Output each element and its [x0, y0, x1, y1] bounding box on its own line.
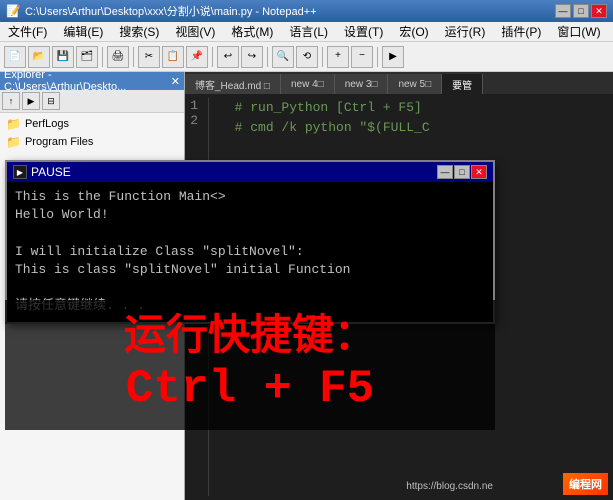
- tree-item-label: PerfLogs: [25, 118, 69, 130]
- line-number-1: 1: [189, 98, 198, 113]
- overlay-container: 运行快捷键： Ctrl + F5: [5, 300, 495, 430]
- cmd-output-5: This is class "splitNovel" initial Funct…: [15, 261, 485, 279]
- replace-button[interactable]: ⟲: [296, 46, 318, 68]
- menu-plugins[interactable]: 插件(P): [497, 22, 545, 41]
- menu-format[interactable]: 格式(M): [227, 22, 277, 41]
- cmd-output-3: [15, 224, 485, 242]
- menu-view[interactable]: 视图(V): [171, 22, 219, 41]
- cmd-title-left: ▶ PAUSE: [13, 165, 71, 179]
- tree-item-programfiles[interactable]: 📁 Program Files: [2, 133, 182, 151]
- explorer-refresh-button[interactable]: ▶: [22, 92, 40, 110]
- cmd-minimize-button[interactable]: —: [437, 165, 453, 179]
- find-button[interactable]: 🔍: [272, 46, 294, 68]
- watermark-url: https://blog.csdn.ne: [406, 481, 493, 492]
- line-number-2: 2: [189, 113, 198, 128]
- menu-edit[interactable]: 编辑(E): [59, 22, 107, 41]
- paste-button[interactable]: 📌: [186, 46, 208, 68]
- zoom-in-button[interactable]: +: [327, 46, 349, 68]
- cmd-output-2: Hello World!: [15, 206, 485, 224]
- toolbar-separator-3: [212, 47, 213, 67]
- zoom-out-button[interactable]: −: [351, 46, 373, 68]
- folder-icon-programfiles: 📁: [6, 135, 21, 149]
- csdn-badge: 编程网: [563, 473, 608, 495]
- cut-button[interactable]: ✂: [138, 46, 160, 68]
- tree-item-perflog[interactable]: 📁 PerfLogs: [2, 115, 182, 133]
- cmd-window-title: PAUSE: [31, 165, 71, 179]
- minimize-button[interactable]: —: [555, 4, 571, 18]
- tab-new3[interactable]: new 3□: [335, 74, 389, 94]
- print-button[interactable]: 🖨: [107, 46, 129, 68]
- toolbar-separator-5: [322, 47, 323, 67]
- new-button[interactable]: 📄: [4, 46, 26, 68]
- maximize-button[interactable]: □: [573, 4, 589, 18]
- tree-item-label: Program Files: [25, 136, 93, 148]
- tab-main-py[interactable]: 要管: [442, 74, 483, 94]
- toolbar-separator-1: [102, 47, 103, 67]
- menu-macro[interactable]: 宏(O): [395, 22, 432, 41]
- save-button[interactable]: 💾: [52, 46, 74, 68]
- overlay-text-shortcut-label: 运行快捷键：: [25, 310, 475, 360]
- toolbar-separator-2: [133, 47, 134, 67]
- toolbar-separator-4: [267, 47, 268, 67]
- cmd-output-1: This is the Function Main<>: [15, 188, 485, 206]
- tab-new4[interactable]: new 4□: [281, 74, 335, 94]
- menu-language[interactable]: 语言(L): [285, 22, 332, 41]
- menu-search[interactable]: 搜索(S): [115, 22, 163, 41]
- tab-blog-head[interactable]: 博客_Head.md □: [185, 74, 281, 94]
- copy-button[interactable]: 📋: [162, 46, 184, 68]
- cmd-close-button[interactable]: ✕: [471, 165, 487, 179]
- cmd-output-6: [15, 279, 485, 297]
- save-all-button[interactable]: 🗂: [76, 46, 98, 68]
- menu-window[interactable]: 窗口(W): [553, 22, 604, 41]
- tab-bar: 博客_Head.md □ new 4□ new 3□ new 5□ 要管: [185, 72, 613, 94]
- code-line-1: # run_Python [Ctrl + F5]: [219, 98, 609, 118]
- tab-new5[interactable]: new 5□: [388, 74, 442, 94]
- cmd-title-bar: ▶ PAUSE — □ ✕: [7, 162, 493, 182]
- cmd-output-4: I will initialize Class "splitNovel":: [15, 243, 485, 261]
- open-button[interactable]: 📂: [28, 46, 50, 68]
- undo-button[interactable]: ↩: [217, 46, 239, 68]
- run-button[interactable]: ▶: [382, 46, 404, 68]
- explorer-header: Explorer - C:\Users\Arthur\Deskto... ✕: [0, 72, 184, 90]
- redo-button[interactable]: ↪: [241, 46, 263, 68]
- explorer-up-button[interactable]: ↑: [2, 92, 20, 110]
- explorer-toolbar: ↑ ▶ ⊟: [0, 90, 184, 113]
- menu-settings[interactable]: 设置(T): [340, 22, 387, 41]
- cmd-maximize-button[interactable]: □: [454, 165, 470, 179]
- explorer-home-button[interactable]: ⊟: [42, 92, 60, 110]
- cmd-window-controls: — □ ✕: [437, 165, 487, 179]
- toolbar: 📄 📂 💾 🗂 🖨 ✂ 📋 📌 ↩ ↪ 🔍 ⟲ + − ▶: [0, 42, 613, 72]
- close-button[interactable]: ✕: [591, 4, 607, 18]
- window-title: C:\Users\Arthur\Desktop\xxx\分割小说\main.py…: [25, 3, 317, 19]
- toolbar-separator-6: [377, 47, 378, 67]
- title-bar-left: 📝 C:\Users\Arthur\Desktop\xxx\分割小说\main.…: [6, 3, 317, 19]
- title-bar: 📝 C:\Users\Arthur\Desktop\xxx\分割小说\main.…: [0, 0, 613, 22]
- menu-run[interactable]: 运行(R): [441, 22, 490, 41]
- menu-file[interactable]: 文件(F): [4, 22, 51, 41]
- title-bar-controls: — □ ✕: [555, 4, 607, 18]
- folder-icon-perflog: 📁: [6, 117, 21, 131]
- menu-bar: 文件(F) 编辑(E) 搜索(S) 视图(V) 格式(M) 语言(L) 设置(T…: [0, 22, 613, 42]
- app-icon: 📝: [6, 4, 21, 18]
- code-line-2: # cmd /k python "$(FULL_C: [219, 118, 609, 138]
- overlay-text-shortcut-value: Ctrl + F5: [25, 360, 475, 420]
- cmd-app-icon: ▶: [13, 165, 27, 179]
- explorer-close-icon[interactable]: ✕: [171, 75, 180, 88]
